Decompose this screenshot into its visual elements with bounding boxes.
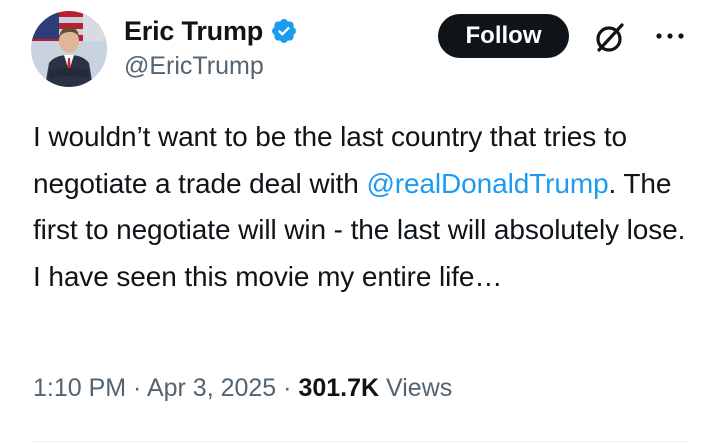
- tweet-meta: 1:10 PM · Apr 3, 2025 · 301.7K Views: [33, 374, 452, 403]
- author-display-name[interactable]: Eric Trump: [124, 16, 263, 47]
- tweet-card: Eric Trump @EricTrump Follow I wouldn’t …: [0, 0, 719, 444]
- tweet-text: I wouldn’t want to be the last country t…: [33, 114, 693, 300]
- divider: [33, 441, 687, 442]
- author-handle[interactable]: @EricTrump: [124, 52, 264, 81]
- avatar[interactable]: [31, 11, 107, 87]
- grok-icon[interactable]: [592, 20, 628, 56]
- meta-separator: ·: [126, 374, 147, 402]
- avatar-image: [31, 11, 107, 87]
- tweet-date[interactable]: Apr 3, 2025: [147, 374, 276, 402]
- meta-separator: ·: [276, 374, 299, 402]
- mention-link[interactable]: @realDonaldTrump: [366, 168, 608, 199]
- author-name-row: Eric Trump: [124, 14, 298, 48]
- views-label: Views: [386, 374, 453, 402]
- verified-badge-icon[interactable]: [270, 17, 298, 45]
- follow-button[interactable]: Follow: [438, 14, 569, 58]
- views-count: 301.7K: [298, 374, 380, 402]
- more-dots-icon[interactable]: [654, 24, 686, 48]
- tweet-time[interactable]: 1:10 PM: [33, 374, 126, 402]
